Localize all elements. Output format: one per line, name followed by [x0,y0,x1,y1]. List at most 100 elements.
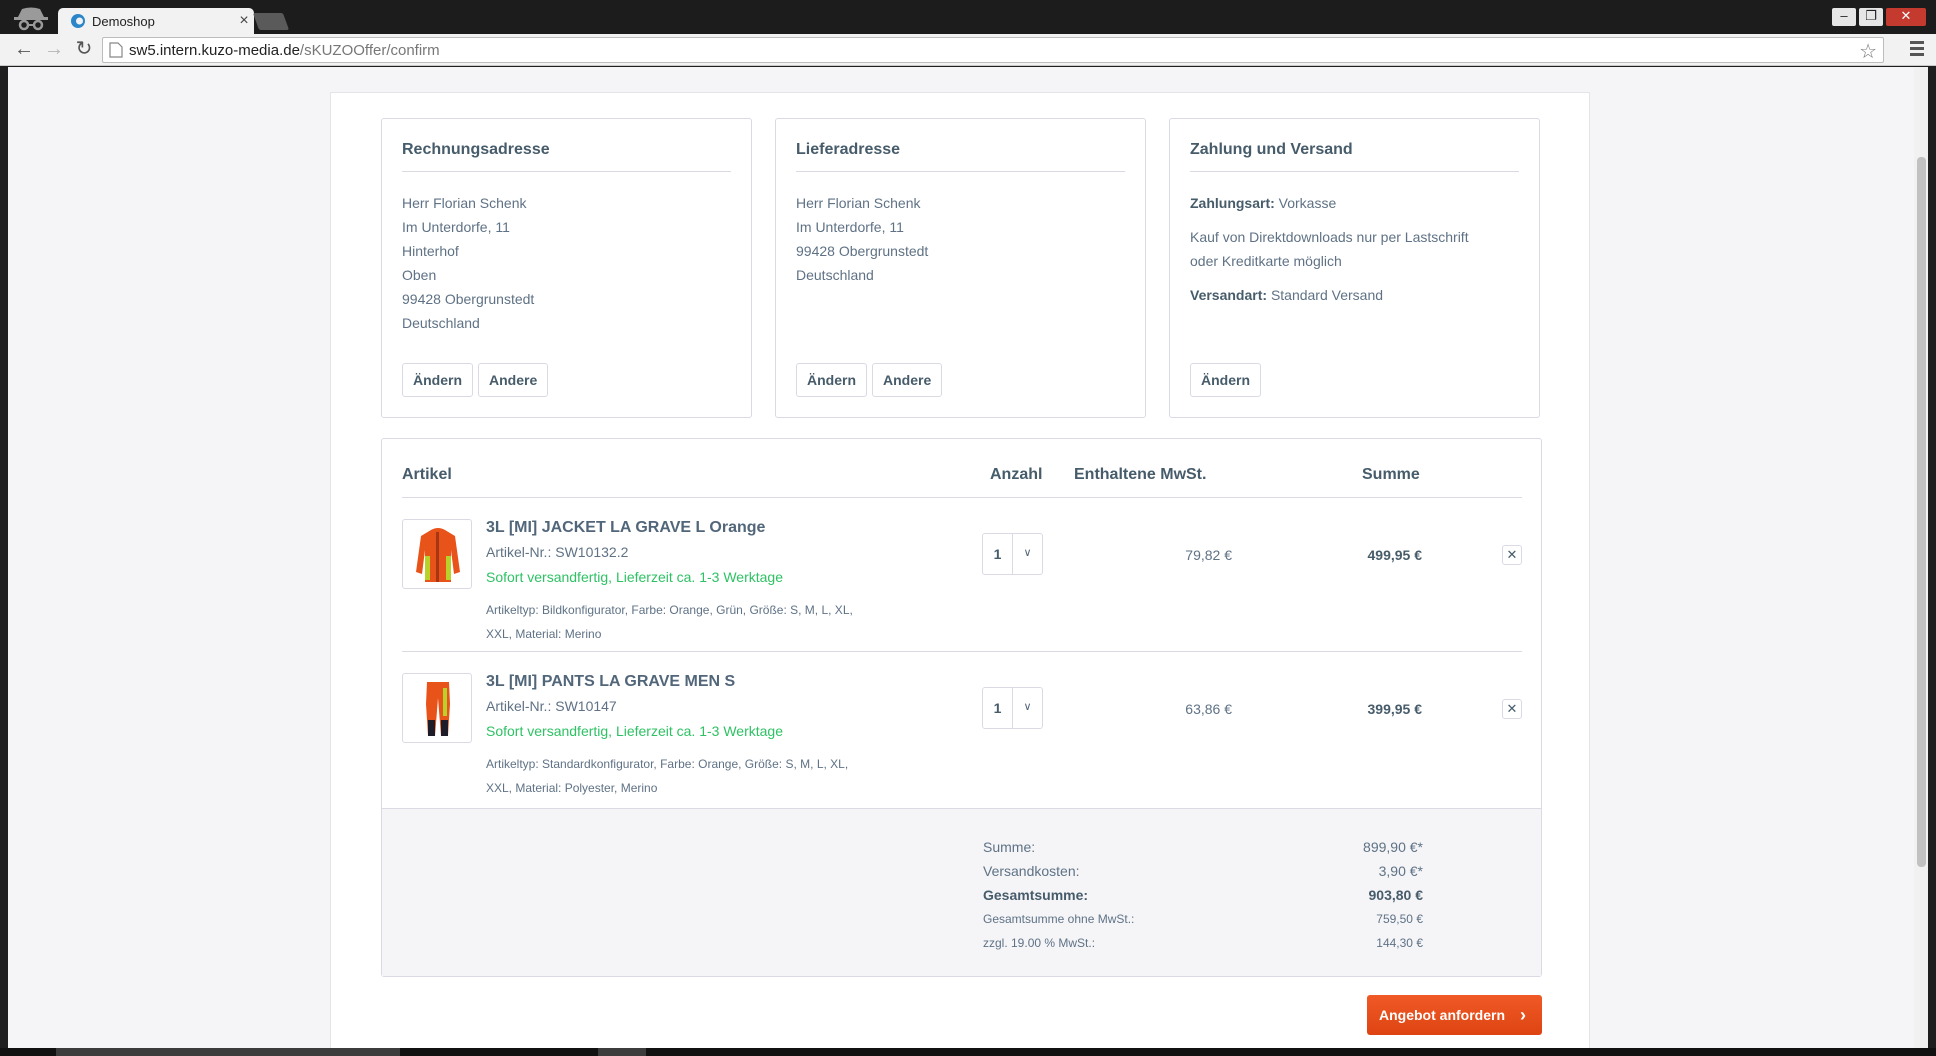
item-sum: 399,95 € [1367,701,1423,717]
item-vat: 63,86 € [1185,701,1232,717]
header-vat: Enthaltene MwSt. [1074,466,1207,483]
restore-button[interactable]: ❐ [1859,8,1883,26]
summary-tax: zzgl. 19.00 % MwSt.: 144,30 € [983,936,1423,950]
product-sku: Artikel-Nr.: SW10132.2 [486,544,629,560]
payment-method-label: Zahlungsart: [1190,195,1275,211]
quantity-select[interactable]: 1 ∨ [982,687,1043,729]
browser-tab-demoshop[interactable]: Demoshop × [58,8,254,34]
new-tab-button[interactable] [252,13,290,30]
payment-note: Kauf von Direktdownloads nur per Lastsch… [1190,229,1469,245]
billing-line: Deutschland [402,315,480,331]
header-article: Artikel [402,466,452,483]
chrome-favicon [71,14,85,28]
shipping-change-button[interactable]: Ändern [796,363,867,397]
shipping-address: Herr Florian Schenk Im Unterdorfe, 11 99… [796,191,1125,287]
address-bar[interactable]: sw5.intern.kuzo-media.de/sKUZOOffer/conf… [102,37,1884,63]
shipping-actions: Ändern Andere [796,363,943,397]
shipping-line: 99428 Obergrunstedt [796,243,929,259]
tab-title: Demoshop [92,13,155,29]
forward-icon[interactable]: → [42,38,66,62]
shipping-title: Lieferadresse [796,141,1125,172]
page-scrollbar[interactable] [1914,67,1928,1048]
request-offer-label: Angebot anfordern [1379,1007,1505,1023]
taskbar-item[interactable] [598,1048,646,1056]
summary-grand-total: Gesamtsumme: 903,80 € [983,887,1423,903]
browser-toolbar: ← → ↻ sw5.intern.kuzo-media.de/sKUZOOffe… [0,34,1936,66]
billing-title: Rechnungsadresse [402,141,731,172]
billing-line: Im Unterdorfe, 11 [402,219,510,235]
quantity-select[interactable]: 1 ∨ [982,533,1043,575]
billing-line: Hinterhof [402,243,459,259]
request-offer-button[interactable]: Angebot anfordern › [1367,995,1542,1035]
shipping-method-value: Standard Versand [1270,287,1384,303]
payment-shipping-panel: Zahlung und Versand Zahlungsart: Vorkass… [1169,118,1540,418]
chevron-down-icon: ∨ [1012,688,1042,728]
cart-item: 3L [MI] JACKET LA GRAVE L Orange Artikel… [402,499,1522,652]
taskbar [0,1048,1936,1056]
billing-address-panel: Rechnungsadresse Herr Florian Schenk Im … [381,118,752,418]
product-name[interactable]: 3L [MI] JACKET LA GRAVE L Orange [486,519,765,537]
url-host: sw5.intern.kuzo-media.de [129,41,300,59]
summary-net: Gesamtsumme ohne MwSt.: 759,50 € [983,912,1423,926]
reload-icon[interactable]: ↻ [72,38,96,62]
minimize-button[interactable]: – [1832,8,1856,26]
remove-item-button[interactable]: ✕ [1502,699,1522,719]
tax-label: zzgl. 19.00 % MwSt.: [983,936,1096,950]
grand-total-label: Gesamtsumme: [983,887,1089,903]
shipping-method-label: Versandart: [1190,287,1268,303]
window-close-button[interactable]: ✕ [1886,8,1926,26]
tab-close-icon[interactable]: × [234,12,254,30]
jacket-image [416,528,460,582]
page-icon [109,42,123,58]
delivery-status: Sofort versandfertig, Lieferzeit ca. 1-3… [486,569,783,585]
incognito-icon [14,7,48,31]
pants-image [426,682,450,736]
payment-method: Zahlungsart: Vorkasse [1190,191,1519,215]
shipping-line: Deutschland [796,267,874,283]
remove-item-button[interactable]: ✕ [1502,545,1522,565]
back-icon[interactable]: ← [12,38,36,62]
billing-actions: Ändern Andere [402,363,549,397]
scrollbar-thumb[interactable] [1917,157,1926,867]
shipping-other-button[interactable]: Andere [872,363,943,397]
net-total-label: Gesamtsumme ohne MwSt.: [983,912,1135,926]
payment-change-button[interactable]: Ändern [1190,363,1261,397]
page-viewport: Rechnungsadresse Herr Florian Schenk Im … [8,67,1914,1048]
menu-icon[interactable] [1910,41,1924,59]
window-controls: – ❐ ✕ [1832,8,1926,26]
subtotal-label: Summe: [983,839,1036,855]
billing-other-button[interactable]: Andere [478,363,549,397]
quantity-value: 1 [993,546,1002,562]
star-icon[interactable]: ☆ [1859,39,1877,64]
payment-method-value: Vorkasse [1278,195,1337,211]
shipping-cost-label: Versandkosten: [983,863,1080,879]
item-sum: 499,95 € [1367,547,1423,563]
product-attributes: Artikeltyp: Standardkonfigurator, Farbe:… [486,757,849,795]
cart-header: Artikel Anzahl Enthaltene MwSt. Summe [402,439,1522,498]
cart-summary: Summe: 899,90 €* Versandkosten: 3,90 €* … [382,808,1541,976]
confirm-container: Rechnungsadresse Herr Florian Schenk Im … [330,92,1590,1048]
item-vat: 79,82 € [1185,547,1232,563]
product-name[interactable]: 3L [MI] PANTS LA GRAVE MEN S [486,673,735,691]
billing-line: Oben [402,267,437,283]
header-quantity: Anzahl [990,466,1043,483]
summary-subtotal: Summe: 899,90 €* [983,839,1423,855]
billing-change-button[interactable]: Ändern [402,363,473,397]
product-sku: Artikel-Nr.: SW10147 [486,698,617,714]
taskbar-item[interactable] [56,1048,400,1056]
product-image-jacket[interactable] [402,519,472,589]
shipping-line: Herr Florian Schenk [796,195,921,211]
chevron-right-icon: › [1520,1005,1526,1025]
shipping-cost-value: 3,90 €* [1378,863,1423,879]
product-image-pants[interactable] [402,673,472,743]
shipping-line: Im Unterdorfe, 11 [796,219,904,235]
chevron-down-icon: ∨ [1012,534,1042,574]
billing-line: 99428 Obergrunstedt [402,291,535,307]
summary-shipping: Versandkosten: 3,90 €* [983,863,1423,879]
payment-actions: Ändern [1190,363,1261,397]
shipping-address-panel: Lieferadresse Herr Florian Schenk Im Unt… [775,118,1146,418]
tax-value: 144,30 € [1376,936,1423,950]
url-path: /sKUZOOffer/confirm [299,41,440,59]
payment-note: oder Kreditkarte möglich [1190,253,1342,269]
net-total-value: 759,50 € [1376,912,1423,926]
